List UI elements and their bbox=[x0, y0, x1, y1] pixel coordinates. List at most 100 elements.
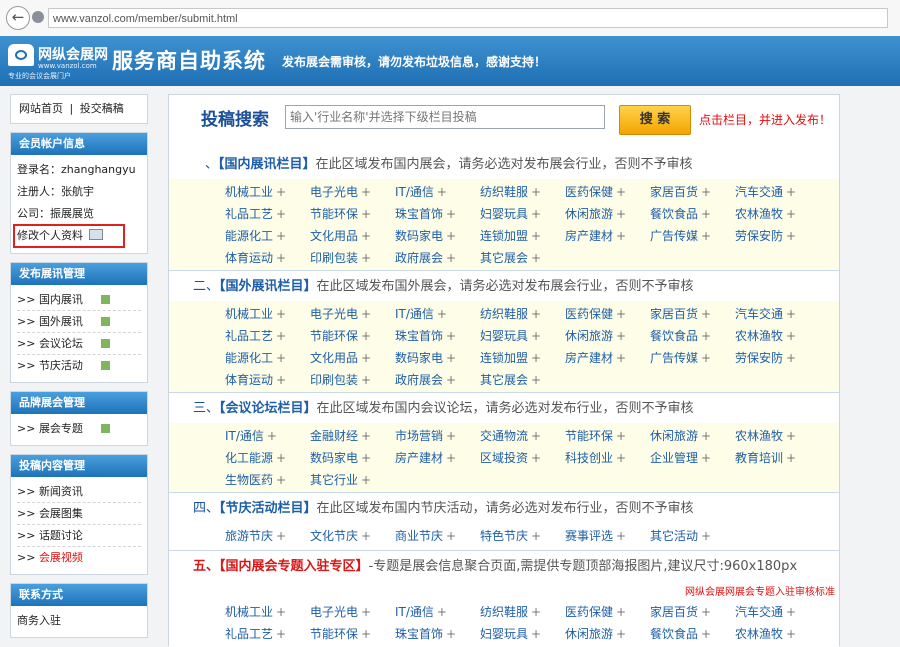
site-logo[interactable]: 网纵会展网 www.vanzol.com 专业的会议会展门户 bbox=[8, 42, 108, 80]
category-link[interactable]: 医药保健 + bbox=[565, 303, 626, 325]
category-link[interactable]: IT/通信 + bbox=[395, 181, 447, 203]
category-link[interactable]: 数码家电 + bbox=[310, 447, 371, 469]
category-link[interactable]: 汽车交通 + bbox=[735, 303, 796, 325]
menu-item-overseas[interactable]: >> 国外展讯 bbox=[17, 311, 141, 333]
category-link[interactable]: 农林渔牧 + bbox=[735, 623, 796, 645]
category-link[interactable]: 医药保健 + bbox=[565, 601, 626, 623]
category-link[interactable]: 休闲旅游 + bbox=[650, 425, 711, 447]
category-link[interactable]: 区域投资 + bbox=[480, 447, 541, 469]
category-link[interactable]: 企业管理 + bbox=[650, 447, 711, 469]
category-link[interactable]: 政府展会 + bbox=[395, 247, 456, 269]
category-link[interactable]: 印刷包装 + bbox=[310, 247, 371, 269]
category-link[interactable]: 农林渔牧 + bbox=[735, 425, 796, 447]
category-link[interactable]: 机械工业 + bbox=[225, 181, 286, 203]
category-link[interactable]: 其它展会 + bbox=[480, 369, 541, 391]
category-link[interactable]: IT/通信 + bbox=[395, 601, 447, 623]
category-link[interactable]: 其它行业 + bbox=[310, 469, 371, 491]
category-link[interactable]: 政府展会 + bbox=[395, 369, 456, 391]
category-link[interactable]: 礼品工艺 + bbox=[225, 203, 286, 225]
category-link[interactable]: 赛事评选 + bbox=[565, 525, 626, 547]
category-link[interactable]: 其它展会 + bbox=[480, 247, 541, 269]
category-link[interactable]: 广告传媒 + bbox=[650, 347, 711, 369]
search-input[interactable] bbox=[285, 105, 605, 129]
category-link[interactable]: 房产建材 + bbox=[565, 347, 626, 369]
category-link[interactable]: 连锁加盟 + bbox=[480, 225, 541, 247]
back-arrow-icon[interactable]: ← bbox=[6, 6, 30, 30]
category-link[interactable]: 体育运动 + bbox=[225, 247, 286, 269]
category-link[interactable]: 数码家电 + bbox=[395, 225, 456, 247]
category-link[interactable]: 农林渔牧 + bbox=[735, 203, 796, 225]
menu-item-domestic[interactable]: >> 国内展讯 bbox=[17, 289, 141, 311]
category-link[interactable]: 节能环保 + bbox=[310, 623, 371, 645]
category-link[interactable]: 礼品工艺 + bbox=[225, 325, 286, 347]
category-link[interactable]: 生物医药 + bbox=[225, 469, 286, 491]
category-link[interactable]: 其它活动 + bbox=[650, 525, 711, 547]
category-link[interactable]: 电子光电 + bbox=[310, 303, 371, 325]
category-link[interactable]: 休闲旅游 + bbox=[565, 623, 626, 645]
category-link[interactable]: 餐饮食品 + bbox=[650, 203, 711, 225]
category-link[interactable]: 纺织鞋服 + bbox=[480, 181, 541, 203]
category-link[interactable]: 休闲旅游 + bbox=[565, 325, 626, 347]
category-link[interactable]: 电子光电 + bbox=[310, 181, 371, 203]
category-link[interactable]: 休闲旅游 + bbox=[565, 203, 626, 225]
menu-item-gallery[interactable]: >> 会展图集 bbox=[17, 503, 141, 525]
category-link[interactable]: 节能环保 + bbox=[565, 425, 626, 447]
category-link[interactable]: 珠宝首饰 + bbox=[395, 203, 456, 225]
category-link[interactable]: 农林渔牧 + bbox=[735, 325, 796, 347]
category-link[interactable]: 文化用品 + bbox=[310, 225, 371, 247]
category-link[interactable]: 文化节庆 + bbox=[310, 525, 371, 547]
category-link[interactable]: 机械工业 + bbox=[225, 601, 286, 623]
category-link[interactable]: 妇婴玩具 + bbox=[480, 203, 541, 225]
category-link[interactable]: 汽车交通 + bbox=[735, 601, 796, 623]
category-link[interactable]: 科技创业 + bbox=[565, 447, 626, 469]
category-link[interactable]: 商业节庆 + bbox=[395, 525, 456, 547]
category-link[interactable]: 市场营销 + bbox=[395, 425, 456, 447]
category-link[interactable]: 节能环保 + bbox=[310, 203, 371, 225]
category-link[interactable]: 特色节庆 + bbox=[480, 525, 541, 547]
category-link[interactable]: 餐饮食品 + bbox=[650, 623, 711, 645]
search-button[interactable]: 搜 索 bbox=[619, 105, 691, 135]
menu-item-news[interactable]: >> 新闻资讯 bbox=[17, 481, 141, 503]
category-link[interactable]: 家居百货 + bbox=[650, 181, 711, 203]
submit-link[interactable]: 投交稿稿 bbox=[80, 102, 124, 115]
menu-item-video[interactable]: >> 会展视频 bbox=[17, 547, 141, 568]
home-link[interactable]: 网站首页 bbox=[19, 102, 63, 115]
category-link[interactable]: 劳保安防 + bbox=[735, 225, 796, 247]
menu-item-discussion[interactable]: >> 话题讨论 bbox=[17, 525, 141, 547]
category-link[interactable]: 汽车交通 + bbox=[735, 181, 796, 203]
category-link[interactable]: 礼品工艺 + bbox=[225, 623, 286, 645]
category-link[interactable]: 体育运动 + bbox=[225, 369, 286, 391]
category-link[interactable]: 旅游节庆 + bbox=[225, 525, 286, 547]
menu-item-topic[interactable]: >> 展会专题 bbox=[17, 418, 141, 439]
category-link[interactable]: 房产建材 + bbox=[565, 225, 626, 247]
address-bar[interactable]: www.vanzol.com/member/submit.html bbox=[48, 8, 888, 28]
category-link[interactable]: 机械工业 + bbox=[225, 303, 286, 325]
category-link[interactable]: 连锁加盟 + bbox=[480, 347, 541, 369]
category-link[interactable]: 节能环保 + bbox=[310, 325, 371, 347]
menu-item-business[interactable]: 商务入驻 bbox=[17, 610, 141, 631]
category-link[interactable]: 交通物流 + bbox=[480, 425, 541, 447]
category-link[interactable]: 文化用品 + bbox=[310, 347, 371, 369]
category-link[interactable]: 电子光电 + bbox=[310, 601, 371, 623]
category-link[interactable]: 医药保健 + bbox=[565, 181, 626, 203]
category-link[interactable]: 数码家电 + bbox=[395, 347, 456, 369]
category-link[interactable]: 家居百货 + bbox=[650, 303, 711, 325]
review-standard-link[interactable]: 网纵会展网展会专题入驻审核标准 bbox=[685, 583, 835, 598]
category-link[interactable]: 化工能源 + bbox=[225, 447, 286, 469]
category-link[interactable]: 劳保安防 + bbox=[735, 347, 796, 369]
category-link[interactable]: 纺织鞋服 + bbox=[480, 601, 541, 623]
menu-item-festival[interactable]: >> 节庆活动 bbox=[17, 355, 141, 376]
category-link[interactable]: IT/通信 + bbox=[225, 425, 277, 447]
category-link[interactable]: 珠宝首饰 + bbox=[395, 325, 456, 347]
category-link[interactable]: 印刷包装 + bbox=[310, 369, 371, 391]
category-link[interactable]: 家居百货 + bbox=[650, 601, 711, 623]
category-link[interactable]: 妇婴玩具 + bbox=[480, 623, 541, 645]
category-link[interactable]: 广告传媒 + bbox=[650, 225, 711, 247]
edit-profile-link[interactable]: 修改个人资料 bbox=[13, 224, 141, 248]
category-link[interactable]: 纺织鞋服 + bbox=[480, 303, 541, 325]
category-link[interactable]: 房产建材 + bbox=[395, 447, 456, 469]
category-link[interactable]: 餐饮食品 + bbox=[650, 325, 711, 347]
category-link[interactable]: 妇婴玩具 + bbox=[480, 325, 541, 347]
menu-item-forum[interactable]: >> 会议论坛 bbox=[17, 333, 141, 355]
category-link[interactable]: 金融财经 + bbox=[310, 425, 371, 447]
